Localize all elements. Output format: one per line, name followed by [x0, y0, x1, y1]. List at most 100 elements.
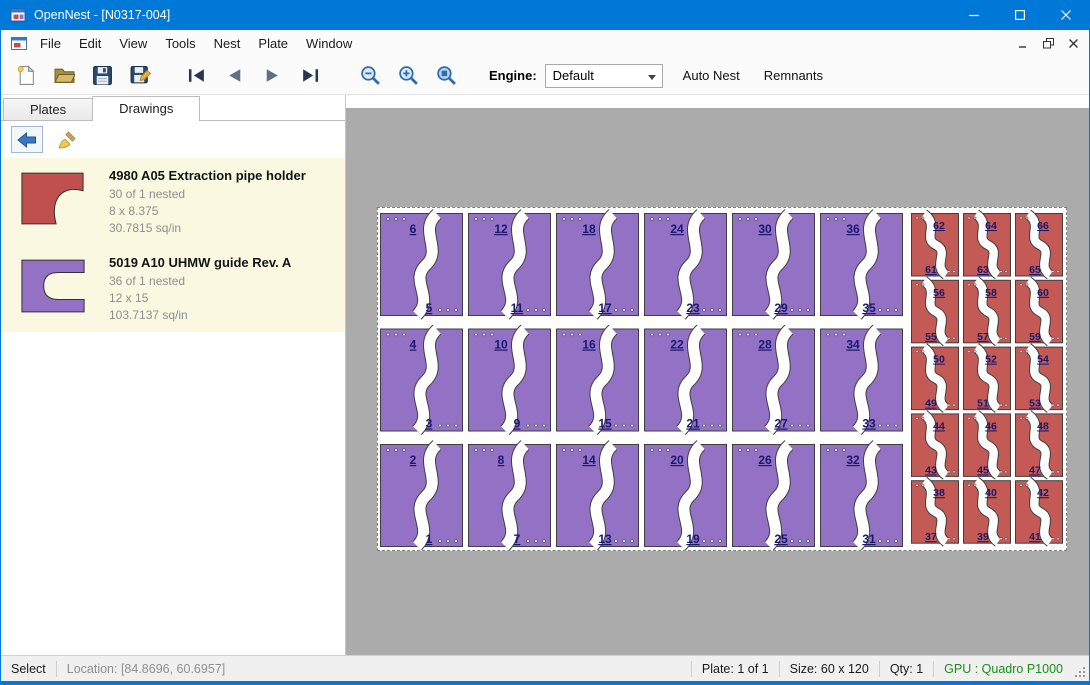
nest-red-pair[interactable]: 6665: [1016, 214, 1063, 277]
zoom-fit-button[interactable]: [433, 62, 459, 90]
nest-purple-pair[interactable]: 2827: [733, 329, 815, 431]
remnants-button[interactable]: Remnants: [760, 63, 827, 88]
mdi-close-button[interactable]: [1062, 34, 1084, 54]
plate-svg: 6512111817242330293635431091615222128273…: [378, 208, 1066, 550]
nest-red-pair[interactable]: 52 51: [964, 347, 1011, 410]
left-panel: Plates Drawings 4980 A05 Extraction pipe…: [1, 95, 346, 655]
tab-drawings[interactable]: Drawings: [92, 96, 200, 121]
save-as-button[interactable]: [127, 62, 153, 90]
part-number: 5: [426, 301, 433, 315]
part-number: 37: [925, 531, 937, 543]
part-number: 23: [686, 301, 700, 315]
nest-red-pair[interactable]: 5857: [964, 280, 1011, 343]
nest-purple-pair[interactable]: 2221: [645, 329, 727, 431]
nest-purple-pair[interactable]: 3029: [733, 214, 815, 316]
nest-purple-pair[interactable]: 43: [381, 329, 463, 431]
zoom-in-button[interactable]: [395, 62, 421, 90]
part-number: 52: [985, 354, 997, 366]
menu-item-nest[interactable]: Nest: [205, 31, 250, 56]
drawing-item[interactable]: 5019 A10 UHMW guide Rev. A36 of 1 nested…: [1, 245, 345, 332]
part-number: 55: [925, 331, 937, 343]
auto-nest-button[interactable]: Auto Nest: [679, 63, 744, 88]
nest-purple-pair[interactable]: 1615: [557, 329, 639, 431]
part-number: 51: [977, 398, 989, 410]
new-button[interactable]: [13, 62, 39, 90]
save-button[interactable]: [89, 62, 115, 90]
part-number: 35: [862, 301, 876, 315]
resize-grip-icon[interactable]: [1073, 665, 1087, 679]
status-mode: Select: [1, 662, 56, 676]
part-number: 45: [977, 464, 989, 476]
nest-purple-pair[interactable]: 3433: [821, 329, 903, 431]
nest-red-pair[interactable]: 46 45: [964, 414, 1011, 477]
nav-prev-button[interactable]: [221, 62, 247, 90]
drawing-item[interactable]: 4980 A05 Extraction pipe holder30 of 1 n…: [1, 158, 345, 245]
nest-red-pair[interactable]: 3837: [912, 481, 959, 544]
mdi-restore-button[interactable]: [1037, 34, 1059, 54]
nest-red-pair[interactable]: 4039: [964, 481, 1011, 544]
nest-purple-pair[interactable]: 109: [469, 329, 551, 431]
drawing-title: 4980 A05 Extraction pipe holder: [109, 168, 306, 183]
nest-purple-pair[interactable]: 1211: [469, 214, 551, 316]
mdi-restore-icon: [1043, 38, 1054, 49]
engine-select[interactable]: Default: [545, 64, 663, 88]
nest-purple-pair[interactable]: 2625: [733, 445, 815, 547]
minimize-button[interactable]: [951, 0, 997, 30]
part-number: 1: [426, 532, 433, 546]
send-back-button[interactable]: [11, 126, 43, 153]
nav-next-button[interactable]: [259, 62, 285, 90]
nest-purple-pair[interactable]: 87: [469, 445, 551, 547]
zoom-out-icon: [360, 65, 381, 86]
menu-item-window[interactable]: Window: [297, 31, 361, 56]
nest-red-pair[interactable]: 4847: [1016, 414, 1063, 477]
nest-purple-pair[interactable]: 36 35: [821, 214, 903, 316]
tab-plates[interactable]: Plates: [3, 98, 93, 120]
nest-red-pair[interactable]: 6463: [964, 214, 1011, 277]
nav-first-button[interactable]: [183, 62, 209, 90]
nest-red-pair[interactable]: 6059: [1016, 280, 1063, 343]
menu-item-view[interactable]: View: [110, 31, 156, 56]
menu-item-plate[interactable]: Plate: [249, 31, 297, 56]
status-qty: Qty: 1: [880, 662, 933, 676]
mdi-minimize-button[interactable]: [1012, 34, 1034, 54]
part-number: 9: [514, 417, 521, 431]
nest-red-pair[interactable]: 5655: [912, 280, 959, 343]
nest-red-pair[interactable]: 5049: [912, 347, 959, 410]
part-number: 46: [985, 420, 997, 432]
part-number: 64: [985, 220, 997, 232]
nest-purple-pair[interactable]: 1817: [557, 214, 639, 316]
nest-canvas[interactable]: 6512111817242330293635431091615222128273…: [346, 95, 1089, 655]
part-number: 28: [758, 338, 772, 352]
nest-purple-pair[interactable]: 2423: [645, 214, 727, 316]
menu-item-edit[interactable]: Edit: [70, 31, 110, 56]
open-button[interactable]: [51, 62, 77, 90]
nest-purple-pair[interactable]: 1413: [557, 445, 639, 547]
nest-red-pair[interactable]: 6261: [912, 214, 959, 277]
part-number: 36: [846, 222, 860, 236]
menu-item-tools[interactable]: Tools: [156, 31, 204, 56]
plate[interactable]: 6512111817242330293635431091615222128273…: [377, 207, 1067, 551]
part-number: 42: [1037, 487, 1049, 499]
part-number: 48: [1037, 420, 1049, 432]
close-button[interactable]: [1043, 0, 1089, 30]
zoom-out-button[interactable]: [357, 62, 383, 90]
part-number: 20: [670, 453, 684, 467]
nest-red-pair[interactable]: 4443: [912, 414, 959, 477]
menu-item-file[interactable]: File: [31, 31, 70, 56]
maximize-button[interactable]: [997, 0, 1043, 30]
zoom-in-icon: [398, 65, 419, 86]
nest-purple-pair[interactable]: 2019: [645, 445, 727, 547]
nav-last-button[interactable]: [297, 62, 323, 90]
part-number: 61: [925, 264, 937, 276]
nest-purple-pair[interactable]: 65: [381, 214, 463, 316]
nest-red-pair[interactable]: 5453: [1016, 347, 1063, 410]
nest-purple-pair[interactable]: 3231: [821, 445, 903, 547]
nest-purple-pair[interactable]: 21: [381, 445, 463, 547]
mdi-document-icon[interactable]: [11, 37, 27, 50]
part-number: 19: [686, 532, 700, 546]
maximize-icon: [1015, 10, 1025, 20]
part-number: 44: [933, 420, 945, 432]
part-number: 26: [758, 453, 772, 467]
nest-red-pair[interactable]: 4241: [1016, 481, 1063, 544]
clean-button[interactable]: [51, 126, 83, 153]
